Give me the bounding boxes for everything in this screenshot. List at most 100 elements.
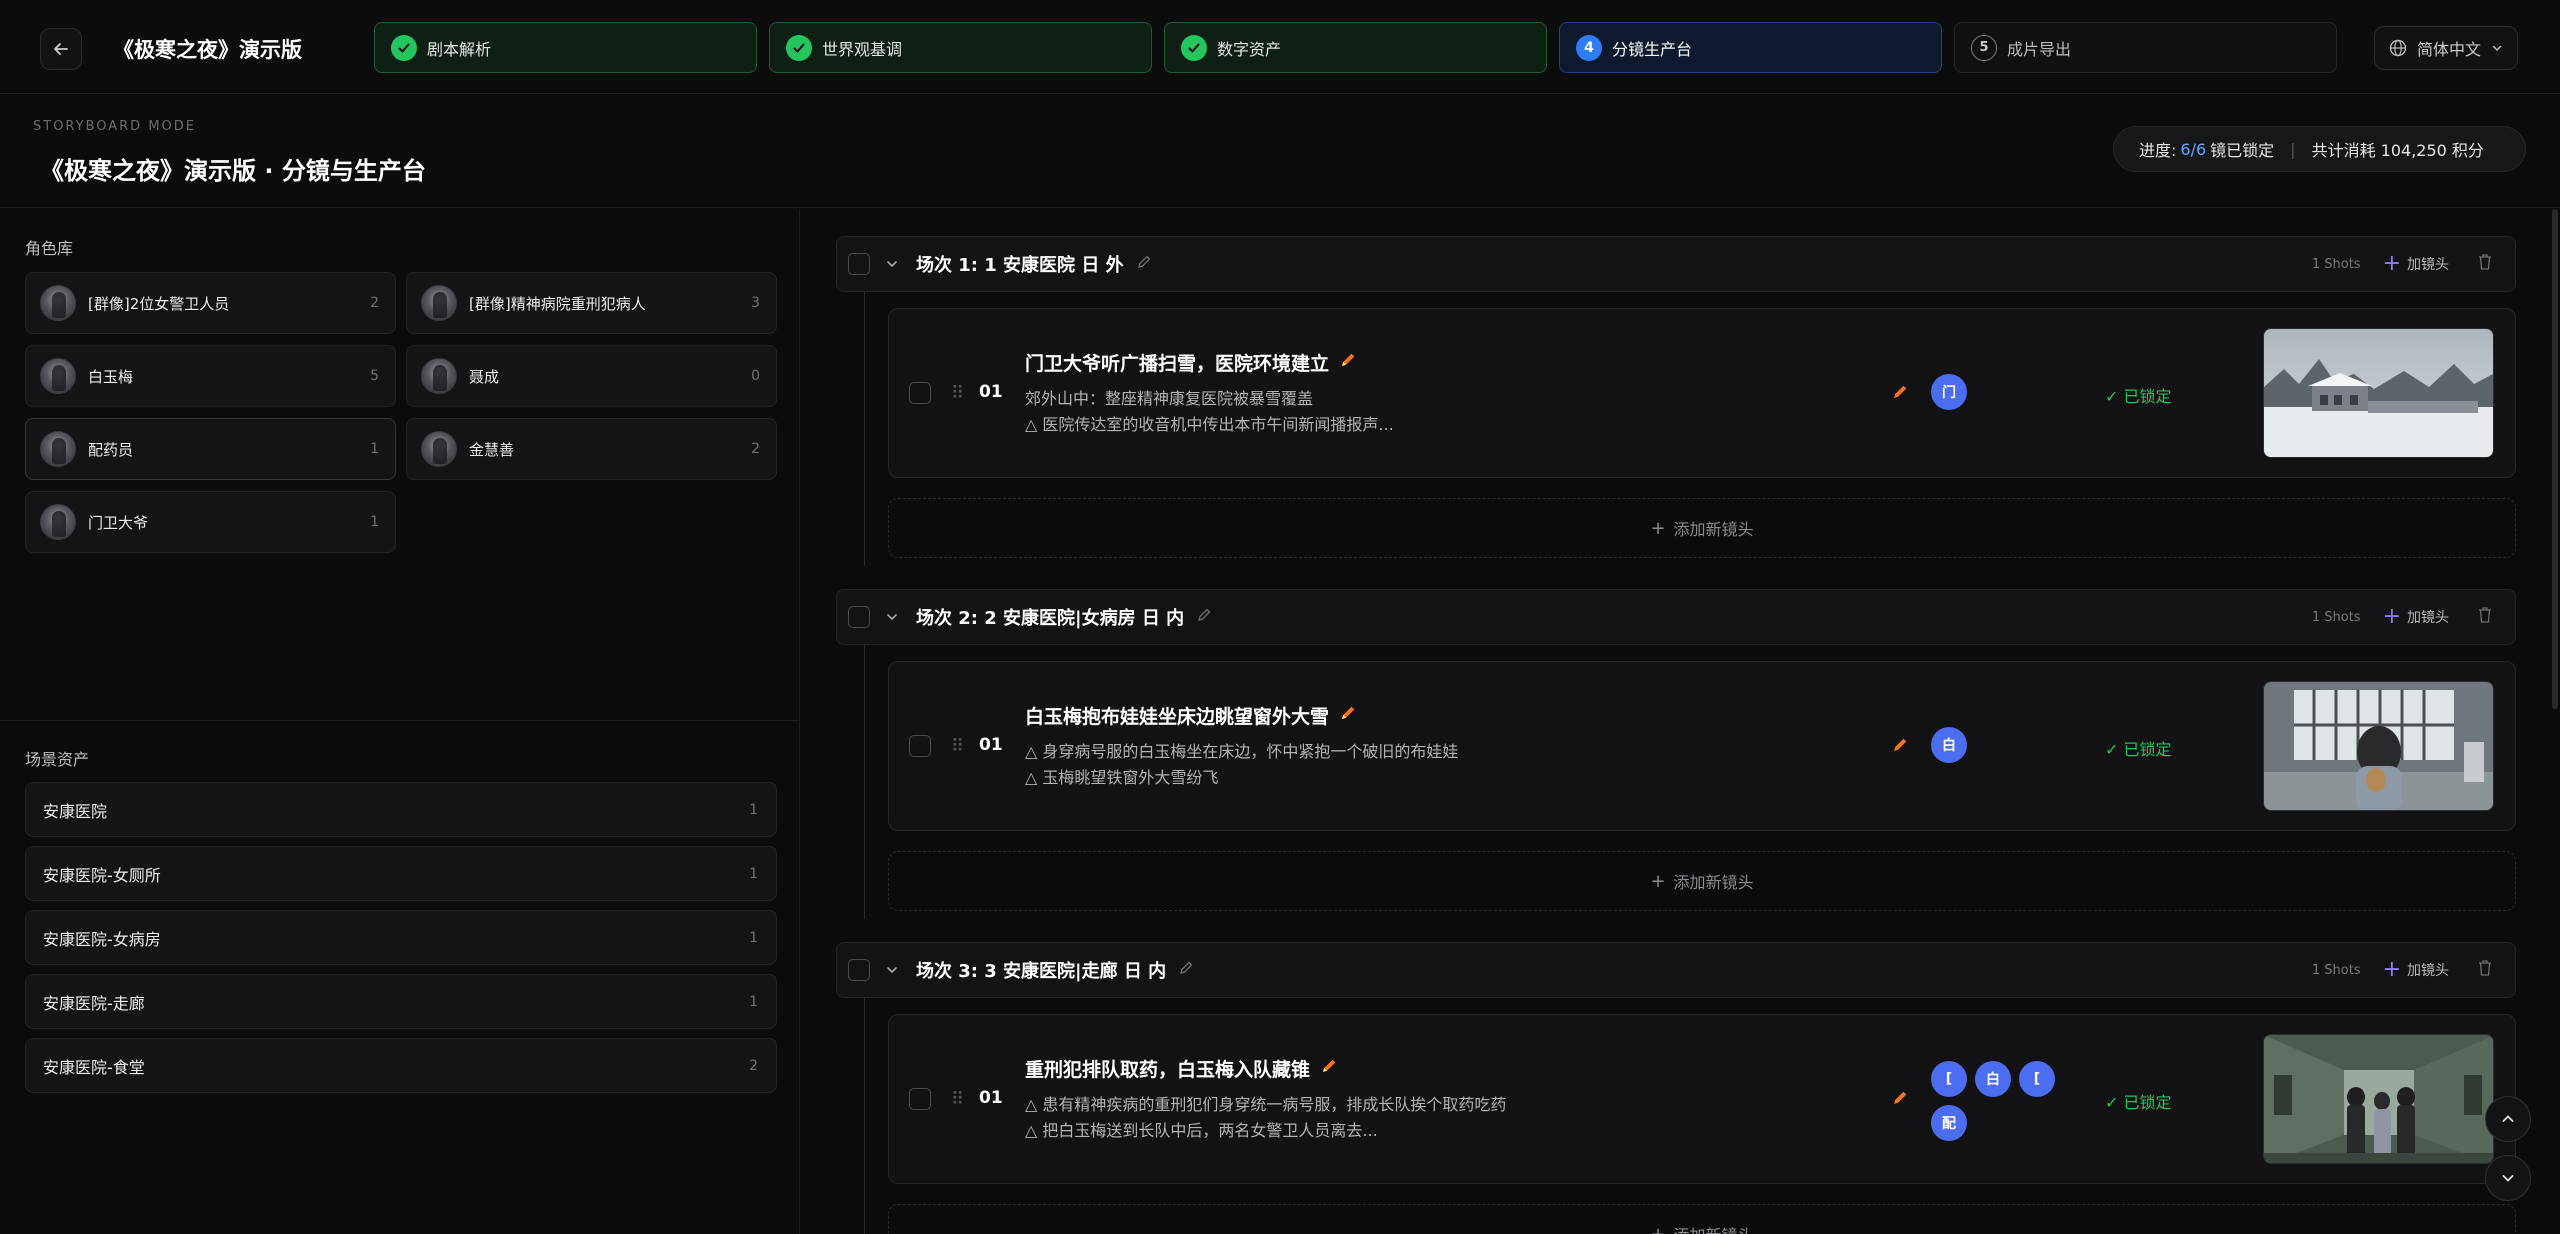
- character-chip[interactable]: [: [1931, 1061, 1967, 1097]
- scene-asset-count: 2: [749, 1057, 758, 1074]
- trash-icon[interactable]: [2477, 253, 2493, 275]
- plus-icon: +: [2382, 604, 2401, 629]
- chevron-down-icon[interactable]: [884, 256, 900, 272]
- shot-checkbox[interactable]: [909, 382, 931, 404]
- character-chip[interactable]: 门: [1931, 374, 1967, 410]
- character-library-title: 角色库: [25, 239, 74, 258]
- shot-card[interactable]: ⠿ 01 门卫大爷听广播扫雪，医院环境建立 郊外山中：整座精神康复医院被暴雪覆盖…: [888, 308, 2516, 478]
- character-card[interactable]: 配药员 1: [25, 418, 396, 480]
- character-card[interactable]: 门卫大爷 1: [25, 491, 396, 553]
- edit-icon[interactable]: [1891, 383, 1909, 405]
- language-label: 简体中文: [2417, 40, 2482, 59]
- storyboard-panel: 场次 1: 1 安康医院 日 外 1 Shots + 加镜头 ⠿ 01 门卫大爷听…: [801, 209, 2560, 1234]
- add-new-shot-button[interactable]: + 添加新镜头: [888, 498, 2516, 558]
- chevron-down-icon[interactable]: [884, 609, 900, 625]
- scene-checkbox[interactable]: [848, 606, 870, 628]
- scene-asset-item[interactable]: 安康医院-女病房 1: [25, 910, 777, 965]
- scene-title: 场次 3: 3 安康医院|走廊 日 内: [916, 961, 1167, 982]
- scene-asset-name: 安康医院-女病房: [43, 929, 161, 949]
- scene-title: 场次 1: 1 安康医院 日 外: [916, 255, 1124, 276]
- shot-thumbnail[interactable]: [2263, 681, 2494, 811]
- step-export[interactable]: 5 成片导出: [1954, 22, 2337, 73]
- add-new-shot-label: 添加新镜头: [1673, 520, 1754, 539]
- add-shot-button[interactable]: + 加镜头: [2383, 606, 2449, 628]
- locked-status: ✓ 已锁定: [2105, 387, 2172, 406]
- add-shot-button[interactable]: + 加镜头: [2383, 253, 2449, 275]
- drag-handle-icon[interactable]: ⠿: [951, 383, 964, 404]
- scene-asset-name: 安康医院-女厕所: [43, 865, 161, 885]
- shot-title-row: 白玉梅抱布娃娃坐床边眺望窗外大雪: [1025, 702, 1357, 729]
- character-count: 2: [370, 295, 379, 311]
- scene-asset-name: 安康医院-走廊: [43, 993, 145, 1013]
- scene-asset-item[interactable]: 安康医院-食堂 2: [25, 1038, 777, 1093]
- panel-divider: [0, 720, 800, 721]
- scene-title: 场次 2: 2 安康医院|女病房 日 内: [916, 608, 1185, 629]
- character-chip[interactable]: 白: [1931, 727, 1967, 763]
- step-worldview[interactable]: 世界观基调: [769, 22, 1152, 73]
- language-selector[interactable]: 简体中文: [2374, 26, 2518, 70]
- scene-asset-item[interactable]: 安康医院 1: [25, 782, 777, 837]
- plus-icon: +: [1650, 517, 1666, 539]
- locked-status: ✓ 已锁定: [2105, 1093, 2172, 1112]
- scrollbar[interactable]: [2552, 209, 2558, 709]
- edit-icon[interactable]: [1891, 736, 1909, 758]
- scene-checkbox[interactable]: [848, 959, 870, 981]
- step-script-analysis[interactable]: 剧本解析: [374, 22, 757, 73]
- avatar: [421, 358, 457, 394]
- scene-header: 场次 3: 3 安康医院|走廊 日 内 1 Shots + 加镜头: [836, 942, 2516, 998]
- character-chip[interactable]: 白: [1975, 1061, 2011, 1097]
- character-name: 门卫大爷: [88, 513, 149, 532]
- pencil-icon[interactable]: [1178, 960, 1194, 980]
- chevron-down-icon[interactable]: [884, 962, 900, 978]
- pencil-icon[interactable]: [1339, 704, 1357, 727]
- chevron-down-icon: [2492, 45, 2502, 52]
- plus-icon: +: [2382, 251, 2401, 276]
- trash-icon[interactable]: [2477, 606, 2493, 628]
- shot-thumbnail[interactable]: [2263, 328, 2494, 458]
- shot-thumbnail[interactable]: [2263, 1034, 2494, 1164]
- scroll-down-button[interactable]: [2485, 1155, 2531, 1201]
- trash-icon[interactable]: [2477, 959, 2493, 981]
- scene-asset-item[interactable]: 安康医院-走廊 1: [25, 974, 777, 1029]
- scene-asset-item[interactable]: 安康医院-女厕所 1: [25, 846, 777, 901]
- back-button[interactable]: [40, 28, 82, 70]
- scene-header: 场次 2: 2 安康医院|女病房 日 内 1 Shots + 加镜头: [836, 589, 2516, 645]
- shot-checkbox[interactable]: [909, 1088, 931, 1110]
- character-count: 3: [751, 295, 760, 311]
- step-digital-assets[interactable]: 数字资产: [1164, 22, 1547, 73]
- character-card[interactable]: 白玉梅 5: [25, 345, 396, 407]
- shot-card[interactable]: ⠿ 01 重刑犯排队取药，白玉梅入队藏锥 △ 患有精神疾病的重刑犯们身穿统一病号…: [888, 1014, 2516, 1184]
- step-number: 4: [1576, 34, 1602, 61]
- shot-card[interactable]: ⠿ 01 白玉梅抱布娃娃坐床边眺望窗外大雪 △ 身穿病号服的白玉梅坐在床边，怀中…: [888, 661, 2516, 831]
- mode-label: STORYBOARD MODE: [33, 119, 197, 134]
- add-shot-button[interactable]: + 加镜头: [2383, 959, 2449, 981]
- pencil-icon[interactable]: [1196, 607, 1212, 627]
- scene-checkbox[interactable]: [848, 253, 870, 275]
- drag-handle-icon[interactable]: ⠿: [951, 1089, 964, 1110]
- step-label: 数字资产: [1217, 39, 1282, 59]
- character-name: 金慧善: [469, 440, 515, 459]
- drag-handle-icon[interactable]: ⠿: [951, 736, 964, 757]
- character-card[interactable]: [群像]精神病院重刑犯病人 3: [406, 272, 777, 334]
- character-card[interactable]: 金慧善 2: [406, 418, 777, 480]
- add-new-shot-button[interactable]: + 添加新镜头: [888, 851, 2516, 911]
- add-new-shot-button[interactable]: + 添加新镜头: [888, 1204, 2516, 1234]
- pencil-icon[interactable]: [1320, 1057, 1338, 1080]
- pencil-icon[interactable]: [1136, 254, 1152, 274]
- character-card[interactable]: [群像]2位女警卫人员 2: [25, 272, 396, 334]
- pencil-icon[interactable]: [1339, 351, 1357, 374]
- character-chip[interactable]: [: [2019, 1061, 2055, 1097]
- step-number: 5: [1971, 34, 1997, 61]
- separator: |: [2290, 139, 2296, 159]
- step-storyboard[interactable]: 4 分镜生产台: [1559, 22, 1942, 73]
- edit-icon[interactable]: [1891, 1089, 1909, 1111]
- character-card[interactable]: 聂成 0: [406, 345, 777, 407]
- shot-checkbox[interactable]: [909, 735, 931, 757]
- step-label: 世界观基调: [822, 39, 903, 59]
- character-chip[interactable]: 配: [1931, 1105, 1967, 1141]
- cost-total: 共计消耗 104,250 积分: [2311, 141, 2484, 160]
- page-title: 《极寒之夜》演示版 · 分镜与生产台: [40, 157, 426, 185]
- avatar: [40, 504, 76, 540]
- shots-count: 1 Shots: [2311, 256, 2361, 272]
- scroll-up-button[interactable]: [2485, 1096, 2531, 1142]
